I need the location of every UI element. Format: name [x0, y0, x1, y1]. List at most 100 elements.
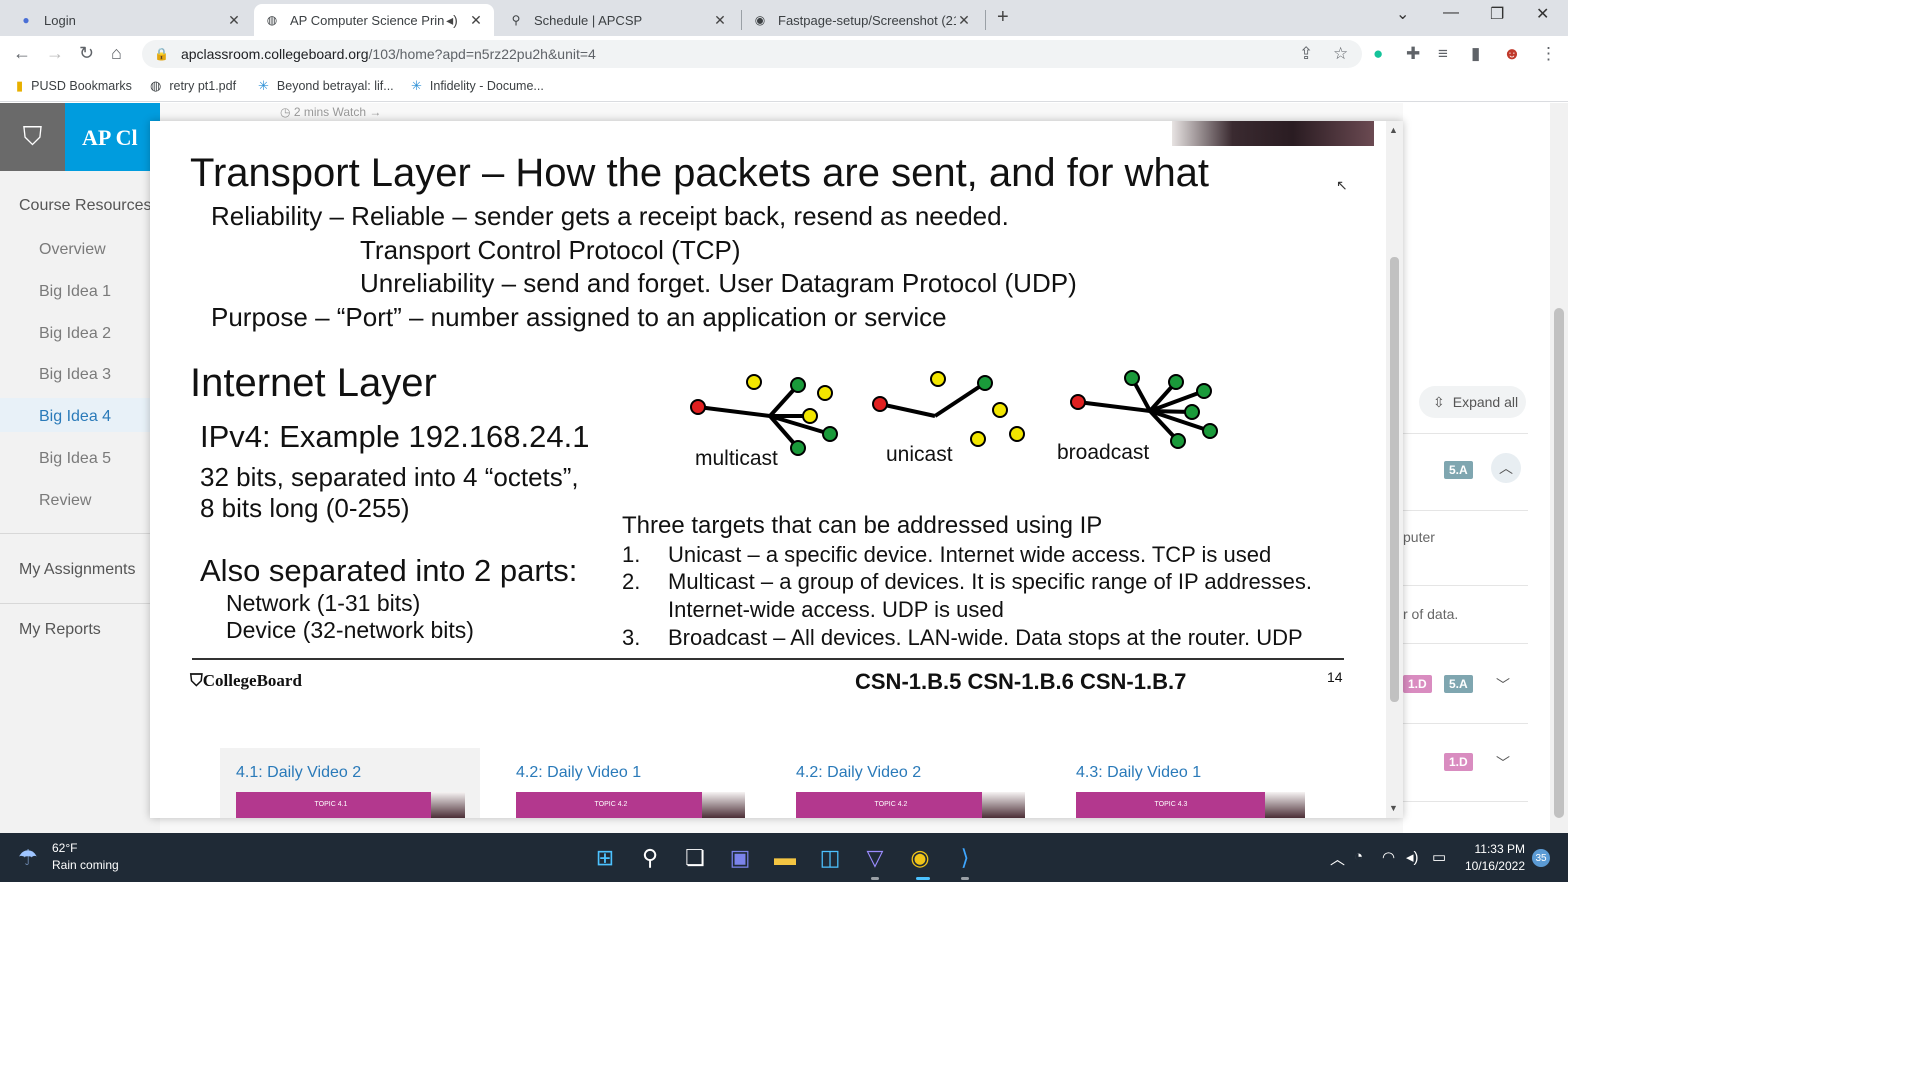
- multicast-label: multicast: [695, 447, 778, 470]
- page-scrollbar[interactable]: [1550, 103, 1568, 833]
- tab-login[interactable]: ● Login ✕: [8, 4, 252, 36]
- sidebar-item-big-idea-5[interactable]: Big Idea 5: [39, 450, 111, 468]
- slide-purpose: Purpose – “Port” – number assigned to an…: [211, 302, 947, 332]
- video-card[interactable]: 4.2: Daily Video 1 TOPIC 4.2: [500, 748, 760, 818]
- tab-ap-csp[interactable]: ◍ AP Computer Science Princip ◂) ✕: [254, 4, 494, 36]
- avatar[interactable]: ☻: [1503, 44, 1521, 64]
- unicast-diagram: [879, 381, 987, 418]
- broadcast-label: broadcast: [1057, 441, 1150, 464]
- bookmark-infidelity[interactable]: ✳ Infidelity - Docume...: [411, 78, 544, 94]
- video-card[interactable]: 4.2: Daily Video 2 TOPIC 4.2: [780, 748, 1040, 818]
- video-modal: Transport Layer – How the packets are se…: [150, 121, 1403, 818]
- slide-device: Device (32-network bits): [226, 617, 474, 643]
- slide-udp: Unreliability – send and forget. User Da…: [360, 268, 1077, 298]
- bookmark-pusd[interactable]: ▮ PUSD Bookmarks: [16, 78, 132, 94]
- tab-fastpage[interactable]: ◉ Fastpage-setup/Screenshot (215) ✕: [742, 4, 982, 36]
- bookmark-beyond-betrayal[interactable]: ✳ Beyond betrayal: lif...: [258, 78, 394, 94]
- search-icon: ⚲: [511, 13, 521, 27]
- video-thumbnail: TOPIC 4.1: [236, 792, 465, 818]
- grammarly-icon[interactable]: ●: [1373, 44, 1383, 64]
- extensions-icon[interactable]: ✚: [1406, 44, 1420, 64]
- bookmarks-bar: ▮ PUSD Bookmarks ◍ retry pt1.pdf ✳ Beyond b…: [0, 72, 1568, 102]
- new-tab-button[interactable]: +: [997, 6, 1009, 29]
- close-icon[interactable]: ✕: [956, 12, 972, 29]
- minimize-icon[interactable]: —: [1443, 4, 1459, 22]
- chevron-down-icon[interactable]: ﹀: [1496, 753, 1510, 773]
- mouse-cursor-icon: ↖: [1336, 177, 1348, 193]
- sidebar-item-big-idea-4[interactable]: Big Idea 4: [39, 408, 111, 426]
- sidebar-item-big-idea-3[interactable]: Big Idea 3: [39, 366, 111, 384]
- lecture-slide[interactable]: Transport Layer – How the packets are se…: [150, 121, 1386, 701]
- search-icon[interactable]: ⚲: [635, 843, 665, 873]
- bookmark-retry[interactable]: ◍ retry pt1.pdf: [150, 78, 236, 94]
- maximize-icon[interactable]: ❐: [1490, 4, 1504, 24]
- battery-icon[interactable]: ▭: [1432, 848, 1446, 866]
- video-card[interactable]: 4.3: Daily Video 1 TOPIC 4.3: [1060, 748, 1320, 818]
- thumbnail-text: TOPIC 4.3: [1154, 801, 1188, 808]
- expand-all-button[interactable]: ⇳ Expand all: [1419, 386, 1526, 418]
- windows-start-icon[interactable]: ⊞: [590, 843, 620, 873]
- sidepanel-icon[interactable]: ▮: [1471, 44, 1480, 64]
- tab-search-icon[interactable]: ⌄: [1396, 4, 1409, 24]
- brand-header[interactable]: ⛉ AP Cl: [0, 103, 160, 171]
- sidebar: ⛉ AP Cl Course Resources Overview Big Id…: [0, 103, 160, 833]
- media-icon[interactable]: ≡: [1438, 44, 1448, 64]
- tab-schedule[interactable]: ⚲ Schedule | APCSP ✕: [498, 4, 738, 36]
- teams-chat-icon[interactable]: ▣: [725, 843, 755, 873]
- thumbnail-text: TOPIC 4.1: [314, 801, 348, 808]
- url-host: apclassroom.collegeboard.org: [180, 46, 369, 62]
- slide-codes: CSN-1.B.5 CSN-1.B.6 CSN-1.B.7: [855, 669, 1187, 694]
- back-icon[interactable]: ←: [13, 43, 31, 64]
- modal-scrollbar[interactable]: ▲ ▼: [1386, 121, 1403, 818]
- sidebar-item-overview[interactable]: Overview: [39, 241, 106, 259]
- chrome-icon[interactable]: ◉: [905, 843, 935, 873]
- store-icon[interactable]: ◫: [815, 843, 845, 873]
- video-card[interactable]: 4.1: Daily Video 2 TOPIC 4.1: [220, 748, 480, 818]
- chevron-up-icon[interactable]: ︿: [1491, 453, 1521, 483]
- close-window-icon[interactable]: ✕: [1536, 4, 1549, 24]
- task-view-icon[interactable]: ❏: [680, 843, 710, 873]
- scroll-up-icon[interactable]: ▲: [1389, 125, 1398, 135]
- notification-badge[interactable]: 35: [1532, 849, 1550, 867]
- chevron-up-icon[interactable]: ︿: [1330, 848, 1345, 869]
- wifi-icon[interactable]: ◠: [1382, 848, 1395, 866]
- vscode-icon[interactable]: ⟩: [950, 843, 980, 873]
- clock-time: 11:33 PM: [1474, 842, 1525, 856]
- video-card-title: 4.3: Daily Video 1: [1076, 764, 1202, 781]
- globe-icon: ◍: [266, 13, 278, 27]
- github-icon: ◉: [754, 13, 766, 27]
- scrollbar-thumb[interactable]: [1554, 308, 1564, 818]
- sidebar-item-review[interactable]: Review: [39, 492, 91, 510]
- home-icon[interactable]: ⌂: [111, 43, 122, 64]
- slide-bits-line1: 32 bits, separated into 4 “octets”,: [200, 462, 579, 492]
- clock[interactable]: 11:33 PM 10/16/2022: [1455, 842, 1525, 873]
- forward-icon[interactable]: →: [46, 43, 64, 64]
- skill-badge: 5.A: [1444, 461, 1473, 479]
- file-explorer-icon[interactable]: ▬: [770, 843, 800, 873]
- close-icon[interactable]: ✕: [712, 12, 728, 29]
- my-assignments-link[interactable]: My Assignments: [19, 561, 135, 579]
- network-alert-icon[interactable]: ◔: [1354, 848, 1363, 865]
- volume-icon[interactable]: ◂): [1406, 848, 1419, 866]
- scroll-down-icon[interactable]: ▼: [1389, 803, 1398, 813]
- clock-icon: ◷: [280, 105, 294, 119]
- tab-title: Fastpage-setup/Screenshot (215): [778, 12, 956, 28]
- sidebar-item-big-idea-1[interactable]: Big Idea 1: [39, 283, 111, 301]
- sidebar-item-big-idea-2[interactable]: Big Idea 2: [39, 325, 111, 343]
- bookmark-label: Infidelity - Docume...: [429, 79, 544, 93]
- video-card-title: 4.2: Daily Video 2: [796, 764, 922, 781]
- star-icon[interactable]: ☆: [1333, 44, 1348, 64]
- address-bar[interactable]: 🔒 apclassroom.collegeboard.org/103/home?…: [142, 40, 1362, 68]
- share-icon[interactable]: ⇪: [1299, 44, 1313, 64]
- speaker-icon[interactable]: ◂): [444, 12, 460, 29]
- app-icon[interactable]: ▽: [860, 843, 890, 873]
- course-resources-heading[interactable]: Course Resources: [19, 197, 152, 215]
- close-icon[interactable]: ✕: [226, 12, 242, 29]
- reload-icon[interactable]: ↻: [79, 43, 94, 64]
- scrollbar-thumb[interactable]: [1390, 257, 1399, 702]
- menu-icon[interactable]: ⋮: [1540, 44, 1557, 64]
- chevron-down-icon[interactable]: ﹀: [1496, 675, 1510, 695]
- my-reports-link[interactable]: My Reports: [19, 621, 101, 639]
- close-icon[interactable]: ✕: [468, 12, 484, 29]
- umbrella-icon: ☂: [18, 845, 38, 870]
